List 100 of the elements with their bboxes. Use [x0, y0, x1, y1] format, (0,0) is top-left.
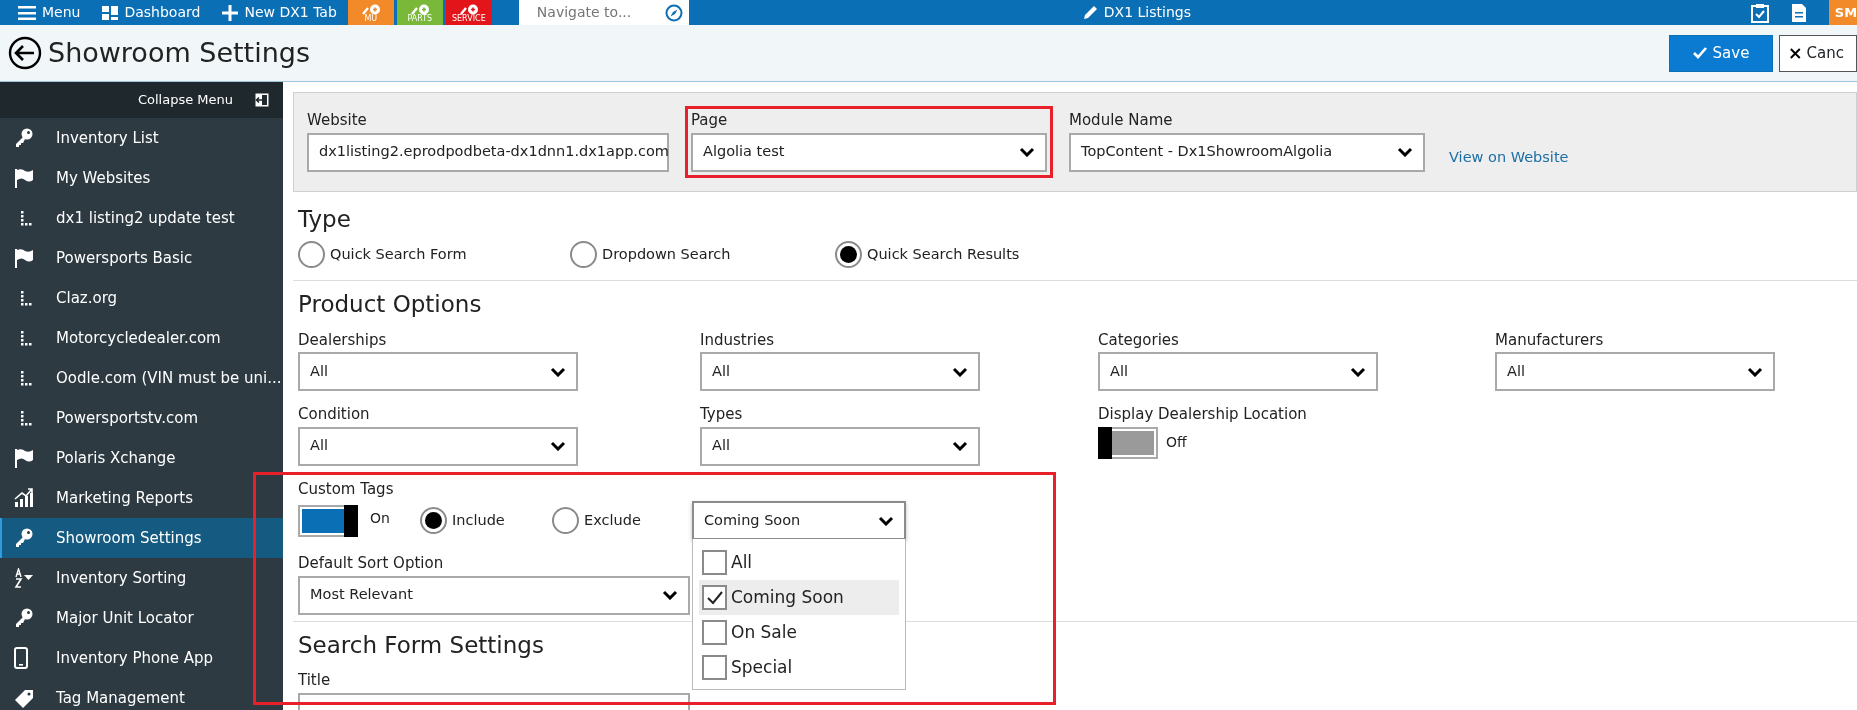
chevron-down-icon	[1747, 366, 1763, 377]
field-label: Types	[700, 404, 743, 426]
radio-option[interactable]: Dropdown Search	[570, 241, 835, 269]
field-label: Manufacturers	[1495, 329, 1604, 351]
cancel-button[interactable]: Canc	[1779, 34, 1857, 72]
sub-item-icon	[20, 290, 34, 306]
section-heading: Search Form Settings	[297, 631, 544, 660]
sidebar-item[interactable]: Powersportstv.com	[0, 398, 283, 438]
check-icon	[1692, 47, 1707, 59]
dropdown-select[interactable]: All	[700, 426, 980, 466]
dropdown-option[interactable]: All	[699, 545, 899, 581]
sub-item-icon	[20, 370, 34, 386]
save-button[interactable]: Save	[1669, 34, 1773, 72]
chevron-down-icon	[662, 590, 678, 601]
dropdown-option[interactable]: Coming Soon	[699, 580, 899, 616]
collapse-icon[interactable]	[255, 93, 269, 107]
collapse-menu-label[interactable]: Collapse Menu	[137, 90, 233, 110]
wrench-plus-icon	[409, 4, 430, 15]
chevron-down-icon	[952, 441, 968, 452]
sidebar-item[interactable]: Claz.org	[0, 278, 283, 318]
pencil-icon	[1081, 4, 1098, 21]
dropdown-select[interactable]: All	[298, 352, 578, 392]
plus-icon	[222, 4, 239, 21]
document-icon[interactable]	[1791, 2, 1807, 23]
menu-link[interactable]: New DX1 Tab	[211, 2, 348, 23]
toggle-state-label: On	[370, 509, 391, 529]
page-title: Showroom Settings	[48, 36, 311, 70]
sidebar-item[interactable]: My Websites	[0, 158, 283, 198]
search-go-icon	[664, 3, 683, 22]
key-icon	[14, 608, 34, 628]
chevron-down-icon	[550, 441, 566, 452]
field-label: Dealerships	[298, 329, 387, 351]
sidebar-item[interactable]: Inventory List	[0, 118, 283, 158]
section-heading: Type	[297, 205, 351, 234]
dropdown-option[interactable]: On Sale	[699, 615, 899, 651]
key-icon	[14, 528, 34, 548]
wrench-plus-icon	[360, 4, 381, 15]
dropdown-select[interactable]: All	[1098, 352, 1378, 392]
sidebar-item[interactable]: Inventory Sorting	[0, 558, 283, 598]
key-icon	[14, 128, 34, 148]
sidebar-item[interactable]: Oodle.com (VIN must be uni...	[0, 358, 283, 398]
chevron-down-icon	[1350, 366, 1366, 377]
check-icon	[706, 590, 723, 605]
chevron-down-icon	[1397, 147, 1413, 157]
radio-option[interactable]: Quick Search Form	[298, 241, 570, 269]
field-label: Categories	[1098, 329, 1179, 351]
flag-icon	[14, 248, 34, 268]
field-label: Title	[297, 670, 331, 692]
dropdown-select[interactable]: Algolia test	[691, 132, 1047, 172]
sidebar-item[interactable]: dx1 listing2 update test	[0, 198, 283, 238]
sidebar-item[interactable]: Showroom Settings	[0, 518, 283, 558]
quick-button[interactable]: SERVICE	[445, 0, 492, 25]
field-label: Module Name	[1069, 110, 1173, 131]
chevron-down-icon	[878, 515, 894, 526]
section-heading: Product Options	[297, 291, 482, 319]
dropdown-select[interactable]: Most Relevant	[298, 575, 690, 615]
radio-option[interactable]: Quick Search Results	[835, 241, 1035, 269]
page-context-title: DX1 Listings	[1103, 3, 1191, 22]
dropdown-select[interactable]: Coming Soon	[692, 501, 906, 541]
dropdown-option[interactable]: Special	[699, 650, 899, 686]
sidebar-item[interactable]: Tag Management	[0, 678, 283, 710]
menu-link[interactable]: Dashboard	[91, 2, 212, 23]
sidebar-item[interactable]: Marketing Reports	[0, 478, 283, 518]
field-label: Industries	[700, 329, 775, 351]
sidebar-item[interactable]: Major Unit Locator	[0, 598, 283, 638]
radio-option[interactable]: Include	[420, 507, 552, 535]
menu-link[interactable]: Menu	[0, 2, 92, 23]
view-on-website-link[interactable]: View on Website	[1449, 146, 1569, 169]
chevron-down-icon	[550, 366, 566, 377]
dropdown-select[interactable]: All	[298, 426, 578, 466]
field-label: Default Sort Option	[298, 553, 444, 575]
search-box[interactable]: Navigate to...	[518, 0, 689, 25]
sort-icon	[14, 568, 34, 588]
chart-icon	[14, 488, 34, 508]
toggle-state-label: Off	[1166, 433, 1187, 453]
dashboard-icon	[102, 5, 119, 20]
field-label: Condition	[298, 404, 370, 426]
radio-option[interactable]: Exclude	[552, 507, 682, 535]
menu-icon	[18, 5, 36, 20]
chevron-down-icon	[952, 366, 968, 377]
field-label: Custom Tags	[298, 478, 394, 500]
sub-item-icon	[20, 210, 34, 226]
toggle-switch[interactable]	[1098, 426, 1158, 459]
sidebar-item[interactable]: Polaris Xchange	[0, 438, 283, 478]
dropdown-select[interactable]: All	[700, 352, 980, 392]
close-icon	[1790, 46, 1801, 60]
dropdown-select[interactable]: TopContent - Dx1ShowroomAlgolia	[1069, 132, 1425, 172]
sidebar-item[interactable]: Motorcycledealer.com	[0, 318, 283, 358]
sidebar-item[interactable]: Inventory Phone App	[0, 638, 283, 678]
toggle-switch[interactable]	[298, 504, 358, 537]
dropdown-select[interactable]: All	[1495, 352, 1775, 392]
flag-icon	[14, 448, 34, 468]
sub-item-icon	[20, 330, 34, 346]
wrench-plus-icon	[458, 4, 479, 15]
field-label: Page	[691, 110, 728, 131]
clipboard-check-icon[interactable]	[1751, 2, 1769, 23]
field-label: Website	[307, 110, 367, 131]
sidebar-item[interactable]: Powersports Basic	[0, 238, 283, 278]
sub-item-icon	[20, 410, 34, 426]
dropdown-select[interactable]: dx1listing2.eprodpodbeta-dx1dnn1.dx1app.com	[307, 132, 669, 172]
